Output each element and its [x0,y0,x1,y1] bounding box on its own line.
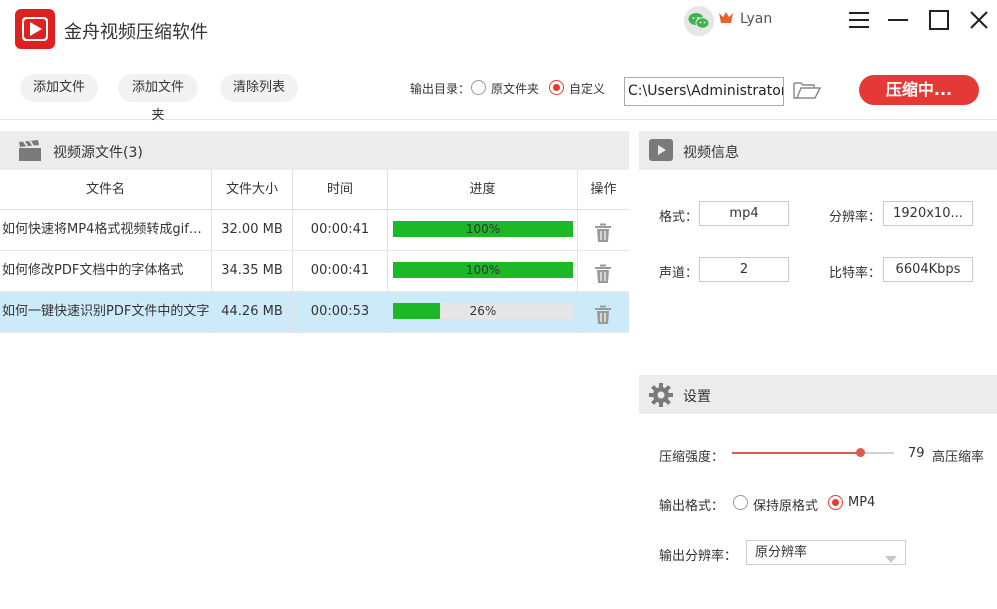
title-bar: 金舟视频压缩软件 Lyan [0,0,997,58]
radio-dot [549,80,564,95]
bitrate-value: 6604Kbps [883,257,973,282]
action-cell [578,210,629,250]
table-header: 文件名 文件大小 时间 进度 操作 [0,170,629,210]
close-icon[interactable] [967,8,991,32]
video-info-header: 视频信息 [639,131,997,170]
minimize-icon[interactable] [886,8,910,32]
file-size: 34.35 MB [212,251,293,291]
select-value: 原分辨率 [755,545,808,560]
play-icon [649,139,673,165]
format-keep-original-radio[interactable]: 保持原格式 [733,495,818,514]
source-files-header: 视频源文件(3) [0,131,629,170]
output-original-folder-radio[interactable]: 原文件夹 [471,80,539,97]
compression-strength-desc: 高压缩率 [932,450,985,465]
format-mp4-radio[interactable]: MP4 [828,495,875,510]
output-resolution-select[interactable]: 原分辨率 [746,540,906,565]
radio-label: 原文件夹 [491,82,540,96]
table-row[interactable]: 如何快速将MP4格式视频转成gif动图 32.00 MB 00:00:41 10… [0,210,629,251]
delete-trash-icon[interactable] [594,302,612,332]
clear-list-button[interactable]: 清除列表 [220,74,298,102]
app-logo-icon [15,9,55,49]
bitrate-label: 比特率： [829,266,882,281]
radio-dot [733,495,748,510]
folder-open-icon[interactable] [793,80,822,104]
vip-crown-icon [718,11,734,25]
channel-label: 声道： [659,266,699,281]
progress-cell: 100% [388,210,578,250]
output-custom-radio[interactable]: 自定义 [549,80,605,97]
output-path-input[interactable]: C:\Users\Administrator\ [624,77,784,106]
slider-fill [732,452,860,454]
compress-button[interactable]: 压缩中... [859,75,979,105]
file-name: 如何一键快速识别PDF文件中的文字 [0,292,212,332]
table-row[interactable]: 如何修改PDF文档中的字体格式 34.35 MB 00:00:41 100% [0,251,629,292]
file-name: 如何快速将MP4格式视频转成gif动图 [0,210,212,250]
progress-text: 26% [469,304,497,318]
output-resolution-label: 输出分辨率： [659,549,738,564]
column-header-name: 文件名 [0,170,212,210]
radio-dot [828,495,843,510]
progress-text: 100% [465,222,501,236]
progress-bar: 100% [393,262,573,278]
column-header-progress: 进度 [388,170,578,210]
progress-text: 100% [465,263,501,277]
column-header-size: 文件大小 [212,170,293,210]
format-label: 格式： [659,210,699,225]
channel-value: 2 [699,257,789,282]
settings-title: 设置 [683,389,711,405]
column-header-action: 操作 [590,182,617,197]
action-cell [578,251,629,291]
file-size: 32.00 MB [212,210,293,250]
add-folder-button[interactable]: 添加文件夹 [118,74,198,123]
delete-trash-icon[interactable] [594,220,612,250]
progress-bar: 26% [393,303,573,319]
source-files-title: 视频源文件(3) [53,145,143,161]
video-info-title: 视频信息 [683,145,739,161]
slider-thumb[interactable] [855,448,865,457]
delete-trash-icon[interactable] [594,261,612,291]
column-header-time: 时间 [293,170,388,210]
radio-dot [471,80,486,95]
settings-header: 设置 [639,375,997,414]
maximize-icon[interactable] [927,8,951,32]
compression-strength-slider[interactable] [732,448,894,457]
progress-cell: 26% [388,292,578,332]
username[interactable]: Lyan [740,11,772,27]
gear-icon [649,383,673,411]
app-title: 金舟视频压缩软件 [64,22,208,43]
file-name: 如何修改PDF文档中的字体格式 [0,251,212,291]
output-dir-label: 输出目录： [410,82,471,96]
add-file-button[interactable]: 添加文件 [20,74,98,102]
output-format-label: 输出格式： [659,499,725,514]
compression-strength-value: 79 [908,446,925,461]
menu-icon[interactable] [847,8,871,32]
file-table: 文件名 文件大小 时间 进度 操作 如何快速将MP4格式视频转成gif动图 32… [0,170,629,333]
progress-bar: 100% [393,221,573,237]
radio-label: 保持原格式 [753,499,819,514]
file-size: 44.26 MB [212,292,293,332]
radio-label: MP4 [848,495,876,510]
compression-strength-label: 压缩强度： [659,450,725,465]
toolbar: 添加文件 添加文件夹 清除列表 输出目录： 原文件夹 自定义 C:\Users\… [0,58,997,123]
resolution-label: 分辨率： [829,210,882,225]
wechat-icon[interactable] [684,6,714,36]
resolution-value: 1920x10... [883,201,973,226]
table-row[interactable]: 如何一键快速识别PDF文件中的文字 44.26 MB 00:00:53 26% [0,292,629,333]
chevron-down-icon [885,549,897,572]
file-duration: 00:00:53 [293,292,388,332]
progress-cell: 100% [388,251,578,291]
film-clapper-icon [18,140,42,166]
file-duration: 00:00:41 [293,251,388,291]
file-duration: 00:00:41 [293,210,388,250]
action-cell [578,292,629,332]
format-value: mp4 [699,201,789,226]
radio-label: 自定义 [569,82,606,96]
